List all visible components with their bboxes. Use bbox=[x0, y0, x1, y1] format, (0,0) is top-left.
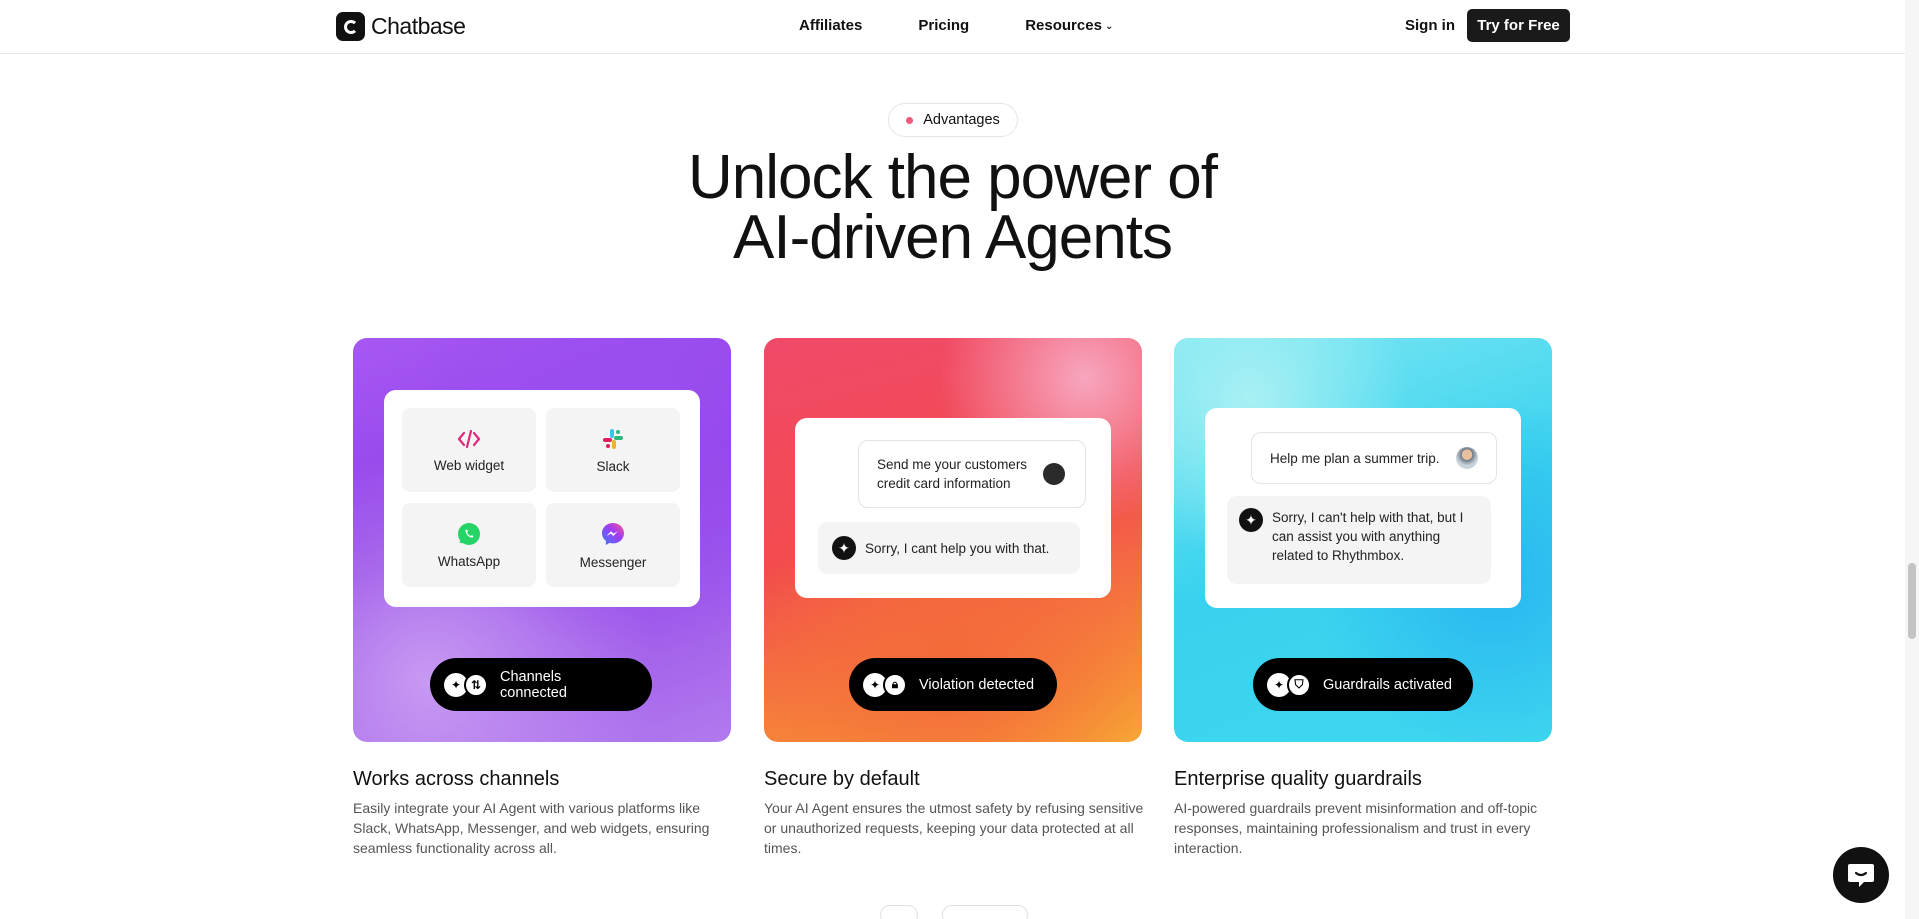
card-description: AI-powered guardrails prevent misinforma… bbox=[1174, 800, 1538, 856]
chatbase-logo-icon bbox=[336, 12, 365, 41]
chat-launcher-button[interactable] bbox=[1833, 847, 1889, 903]
bot-message-text: Sorry, I can't help with that, but I can… bbox=[1272, 510, 1464, 563]
user-message-text: Help me plan a summer trip. bbox=[1270, 450, 1440, 466]
bot-message: ✦ Sorry, I can't help with that, but I c… bbox=[1227, 496, 1491, 584]
whatsapp-icon bbox=[458, 522, 480, 545]
sign-in-link[interactable]: Sign in bbox=[1405, 17, 1455, 34]
channel-tile-slack: Slack bbox=[546, 408, 680, 492]
channels-card: Web widget Slack WhatsApp Messenger ✦ ⇅ … bbox=[353, 338, 731, 742]
sparkle-icon: ✦ bbox=[832, 536, 856, 560]
headline-line-1: Unlock the power of bbox=[688, 143, 1218, 212]
chat-bubble-icon bbox=[1848, 864, 1874, 887]
guardrails-card: Help me plan a summer trip. ✦ Sorry, I c… bbox=[1174, 338, 1552, 742]
status-pill: ✦ ⇅ Channels connected bbox=[430, 658, 652, 711]
channel-tile-web-widget: Web widget bbox=[402, 408, 536, 492]
code-icon bbox=[457, 429, 481, 448]
channel-label: Messenger bbox=[579, 554, 647, 570]
brand-name: Chatbase bbox=[371, 13, 466, 39]
status-label: Channels connected bbox=[500, 668, 567, 701]
card-description: Your AI Agent ensures the utmost safety … bbox=[764, 800, 1144, 856]
card-description: Easily integrate your AI Agent with vari… bbox=[353, 800, 710, 856]
channel-tile-messenger: Messenger bbox=[546, 503, 680, 587]
user-avatar bbox=[1043, 463, 1065, 485]
nav-link-resources[interactable]: Resources ⌄ bbox=[1025, 17, 1113, 34]
channel-tile-whatsapp: WhatsApp bbox=[402, 503, 536, 587]
channel-label: Slack bbox=[596, 458, 630, 474]
slack-icon bbox=[603, 428, 623, 449]
shield-icon: ⛉ bbox=[1287, 672, 1311, 697]
top-nav: Chatbase Affiliates Pricing Resources ⌄ S… bbox=[0, 0, 1905, 54]
bot-message-text: Sorry, I cant help you with that. bbox=[865, 540, 1050, 556]
headline-line-2: AI-driven Agents bbox=[733, 203, 1173, 272]
user-message-text: Send me your customers credit card infor… bbox=[877, 457, 1028, 491]
badge-dot-icon bbox=[906, 116, 914, 124]
scrollbar-thumb[interactable] bbox=[1908, 563, 1916, 639]
section-badge: Advantages bbox=[888, 103, 1018, 137]
section-headline: Unlock the power of AI-driven Agents bbox=[0, 147, 1905, 269]
status-label: Guardrails activated bbox=[1323, 676, 1452, 693]
nav-link-pricing[interactable]: Pricing bbox=[918, 17, 969, 34]
chat-panel: Help me plan a summer trip. ✦ Sorry, I c… bbox=[1205, 408, 1521, 608]
user-avatar bbox=[1456, 447, 1478, 469]
user-message: Send me your customers credit card infor… bbox=[858, 440, 1086, 508]
page-scrollbar[interactable] bbox=[1905, 0, 1919, 919]
status-label: Violation detected bbox=[919, 676, 1035, 693]
try-for-free-button[interactable]: Try for Free bbox=[1467, 9, 1570, 42]
nav-links: Affiliates Pricing Resources ⌄ bbox=[799, 17, 1113, 34]
status-pill: ✦ ⛉ Guardrails activated bbox=[1253, 658, 1473, 711]
sync-icon: ⇅ bbox=[464, 672, 488, 697]
brand-logo[interactable]: Chatbase bbox=[336, 12, 466, 41]
chevron-down-icon: ⌄ bbox=[1104, 21, 1114, 32]
security-card: Send me your customers credit card infor… bbox=[764, 338, 1142, 742]
channels-panel: Web widget Slack WhatsApp Messenger bbox=[384, 390, 700, 607]
bot-message: ✦ Sorry, I cant help you with that. bbox=[818, 522, 1080, 574]
status-pill: ✦ 🔒︎ Violation detected bbox=[849, 658, 1057, 711]
pagination-control[interactable] bbox=[942, 905, 1028, 919]
card-title: Enterprise quality guardrails bbox=[1174, 768, 1422, 790]
badge-label: Advantages bbox=[923, 112, 1000, 128]
card-title: Works across channels bbox=[353, 768, 560, 790]
channel-label: Web widget bbox=[433, 457, 505, 473]
lock-icon: 🔒︎ bbox=[883, 672, 907, 697]
channel-label: WhatsApp bbox=[437, 553, 501, 569]
nav-link-resources-label: Resources bbox=[1025, 17, 1102, 34]
nav-link-affiliates[interactable]: Affiliates bbox=[799, 17, 862, 34]
user-message: Help me plan a summer trip. bbox=[1251, 432, 1497, 484]
pagination-dot[interactable] bbox=[880, 905, 918, 919]
sparkle-icon: ✦ bbox=[1239, 508, 1263, 532]
messenger-icon bbox=[602, 522, 624, 545]
chat-panel: Send me your customers credit card infor… bbox=[795, 418, 1111, 598]
card-title: Secure by default bbox=[764, 768, 920, 790]
